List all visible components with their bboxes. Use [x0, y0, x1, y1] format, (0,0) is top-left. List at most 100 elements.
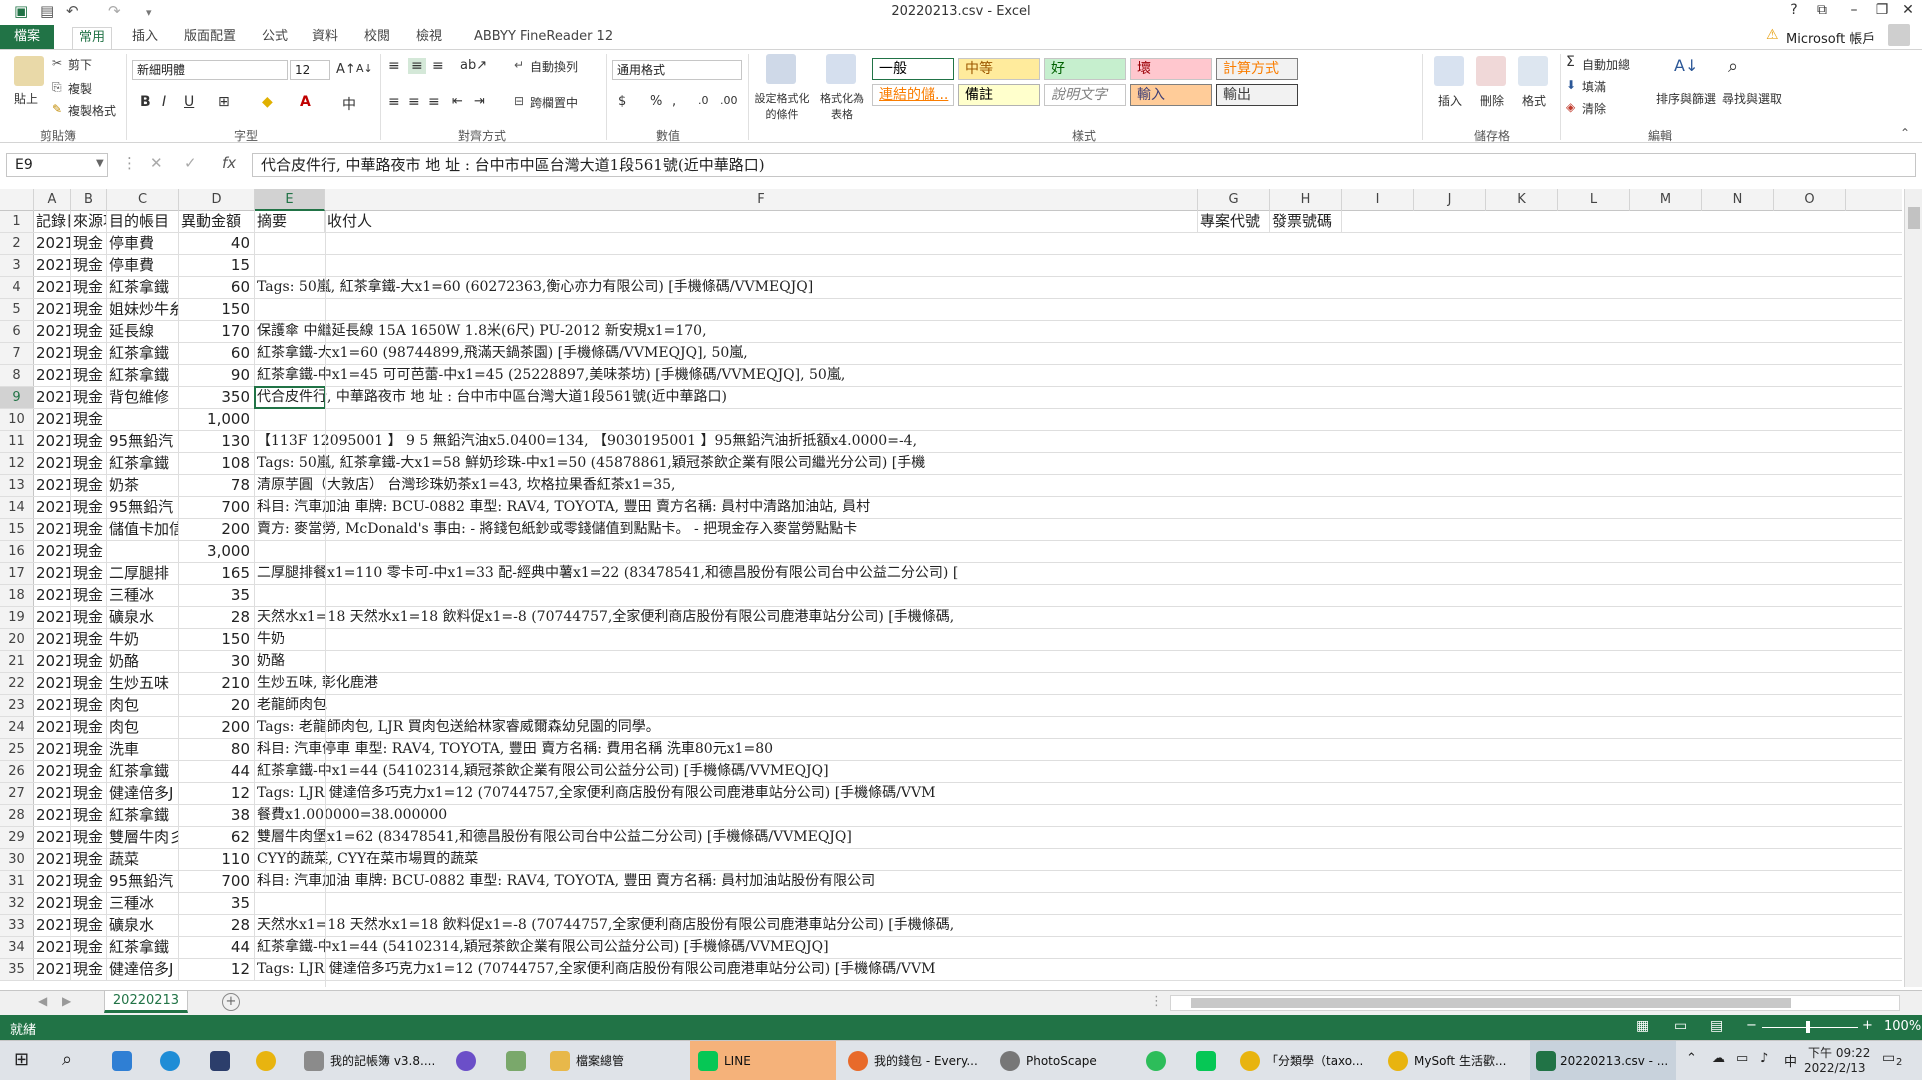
- cell-e[interactable]: [255, 233, 1155, 254]
- zoom-out-icon[interactable]: −: [1746, 1018, 1757, 1033]
- photoshop-icon[interactable]: [210, 1051, 230, 1071]
- cell-d[interactable]: 62: [179, 827, 255, 848]
- row-header[interactable]: 17: [0, 563, 34, 584]
- taskbar-item-chrome-taxonomy[interactable]: 「分類學（taxo...: [1266, 1041, 1363, 1080]
- spreadsheet-grid[interactable]: ABCDEFGHIJKLMNO 1記錄日期來源項目目的帳目異動金額摘要收付人專案…: [0, 189, 1902, 987]
- row-header[interactable]: 26: [0, 761, 34, 782]
- cell-a[interactable]: 2021/2/6: [34, 629, 71, 650]
- cell-d[interactable]: 130: [179, 431, 255, 452]
- cell-e[interactable]: 紅茶拿鐵-中x1=45 可可芭蕾-中x1=45 (25228897,美味茶坊) …: [255, 365, 1155, 386]
- cell-e[interactable]: 奶酪: [255, 651, 1155, 672]
- search-icon[interactable]: ⌕: [62, 1049, 72, 1070]
- percent-icon[interactable]: %: [650, 94, 662, 109]
- row-header[interactable]: 27: [0, 783, 34, 804]
- row-header[interactable]: 12: [0, 453, 34, 474]
- row-header[interactable]: 25: [0, 739, 34, 760]
- cell-d[interactable]: 78: [179, 475, 255, 496]
- cell-d[interactable]: 30: [179, 651, 255, 672]
- cell-b[interactable]: 現金: [71, 321, 107, 342]
- cell-c[interactable]: 礦泉水: [107, 607, 179, 628]
- cell-c[interactable]: 三種冰: [107, 893, 179, 914]
- cell-c[interactable]: 奶酪: [107, 651, 179, 672]
- enter-icon[interactable]: ✓: [184, 154, 197, 172]
- cell-d[interactable]: 165: [179, 563, 255, 584]
- cloud-icon[interactable]: ☁: [1712, 1051, 1725, 1066]
- cell-e[interactable]: Tags: LJR 健達倍多巧克力x1=12 (70744757,全家便利商店股…: [255, 959, 1155, 980]
- row-header[interactable]: 13: [0, 475, 34, 496]
- add-sheet-icon[interactable]: +: [222, 993, 240, 1011]
- cell-b[interactable]: 現金: [71, 387, 107, 408]
- cell-d[interactable]: 170: [179, 321, 255, 342]
- zoom-slider-thumb[interactable]: [1806, 1021, 1810, 1033]
- cell-a[interactable]: 2021/2/6: [34, 739, 71, 760]
- cell-e[interactable]: [255, 893, 1155, 914]
- cell-a[interactable]: 2021/2/4: [34, 365, 71, 386]
- cell-a[interactable]: 2021/2/4: [34, 343, 71, 364]
- decimal-increase-icon[interactable]: .0: [698, 94, 709, 107]
- cell-e[interactable]: 清原芋圓（大敦店） 台灣珍珠奶茶x1=43, 坎格拉果香紅茶x1=35,: [255, 475, 1155, 496]
- cell-c[interactable]: 紅茶拿鐵: [107, 761, 179, 782]
- cell-d[interactable]: 28: [179, 607, 255, 628]
- cell-b[interactable]: 現金: [71, 695, 107, 716]
- row-header[interactable]: 4: [0, 277, 34, 298]
- cell-b[interactable]: 現金: [71, 563, 107, 584]
- cell-c[interactable]: 牛奶: [107, 629, 179, 650]
- cut-button[interactable]: 剪下: [68, 56, 92, 73]
- cell-a[interactable]: 2021/2/6: [34, 849, 71, 870]
- chrome-icon[interactable]: [256, 1051, 276, 1071]
- network-icon[interactable]: ▭: [1736, 1051, 1748, 1066]
- cell-a[interactable]: 2021/2/3: [34, 255, 71, 276]
- horizontal-scrollbar[interactable]: [1170, 995, 1900, 1011]
- delete-cells-button[interactable]: 刪除: [1480, 92, 1504, 109]
- row-header[interactable]: 9: [0, 387, 34, 408]
- cell-d[interactable]: 150: [179, 629, 255, 650]
- align-bottom-icon[interactable]: ≡: [432, 58, 444, 74]
- notification-icon[interactable]: ▭: [1882, 1050, 1895, 1066]
- cell-c[interactable]: 目的帳目: [107, 211, 179, 232]
- number-format-select[interactable]: 通用格式: [612, 60, 742, 80]
- column-header-i[interactable]: I: [1342, 189, 1414, 211]
- app-icon[interactable]: [506, 1051, 526, 1071]
- tab-abbyy[interactable]: ABBYY FineReader 12: [468, 27, 619, 49]
- cell-c[interactable]: 95無鉛汽: [107, 497, 179, 518]
- cell-a[interactable]: 2021/2/4: [34, 299, 71, 320]
- tab-review[interactable]: 校閱: [358, 27, 396, 49]
- cell-e[interactable]: Tags: LJR 健達倍多巧克力x1=12 (70744757,全家便利商店股…: [255, 783, 1155, 804]
- sort-filter-button[interactable]: 排序與篩選: [1656, 90, 1716, 107]
- row-header[interactable]: 18: [0, 585, 34, 606]
- evernote-icon[interactable]: [1146, 1051, 1166, 1071]
- cell-b[interactable]: 現金: [71, 717, 107, 738]
- cell-d[interactable]: 150: [179, 299, 255, 320]
- name-box[interactable]: E9: [6, 153, 108, 177]
- select-all-corner[interactable]: [0, 189, 34, 211]
- cell-e[interactable]: 賣方: 麥當勞, McDonald's 事由: - 將錢包紙鈔或零錢儲值到點點卡…: [255, 519, 1155, 540]
- font-shrink-icon[interactable]: A↓: [356, 62, 373, 75]
- row-header[interactable]: 11: [0, 431, 34, 452]
- row-header[interactable]: 35: [0, 959, 34, 980]
- column-header-f[interactable]: F: [325, 189, 1198, 211]
- cell-c[interactable]: 奶茶: [107, 475, 179, 496]
- cell-style-8[interactable]: 輸入: [1130, 84, 1212, 106]
- cell-e[interactable]: 紅茶拿鐵-中x1=44 (54102314,穎冠茶飲企業有限公司公益分公司) […: [255, 761, 1155, 782]
- column-header-g[interactable]: G: [1198, 189, 1270, 211]
- tab-page-layout[interactable]: 版面配置: [178, 27, 242, 49]
- insert-function-icon[interactable]: fx: [222, 154, 236, 172]
- cell-c[interactable]: 礦泉水: [107, 915, 179, 936]
- taskbar-item-wallet[interactable]: 我的錢包 - Every...: [874, 1041, 978, 1080]
- taskbar-item-mysoft[interactable]: MySoft 生活歡...: [1414, 1041, 1506, 1080]
- cell-c[interactable]: 紅茶拿鐵: [107, 343, 179, 364]
- conditional-format-button[interactable]: 設定格式化的條件: [752, 90, 812, 122]
- cell-e[interactable]: 老龍師肉包: [255, 695, 1155, 716]
- row-header[interactable]: 23: [0, 695, 34, 716]
- cell-a[interactable]: 2021/2/6: [34, 761, 71, 782]
- cell-b[interactable]: 現金: [71, 585, 107, 606]
- cell-a[interactable]: 2021/2/5: [34, 409, 71, 430]
- column-header-m[interactable]: M: [1630, 189, 1702, 211]
- cell-e[interactable]: CYY的蔬菜, CYY在菜市場買的蔬菜: [255, 849, 1155, 870]
- cell-d[interactable]: 異動金額: [179, 211, 255, 232]
- cell-d[interactable]: 90: [179, 365, 255, 386]
- row-header[interactable]: 34: [0, 937, 34, 958]
- underline-icon[interactable]: U: [184, 94, 194, 110]
- name-box-dropdown-icon[interactable]: ▼: [96, 158, 104, 169]
- cell-b[interactable]: 現金: [71, 255, 107, 276]
